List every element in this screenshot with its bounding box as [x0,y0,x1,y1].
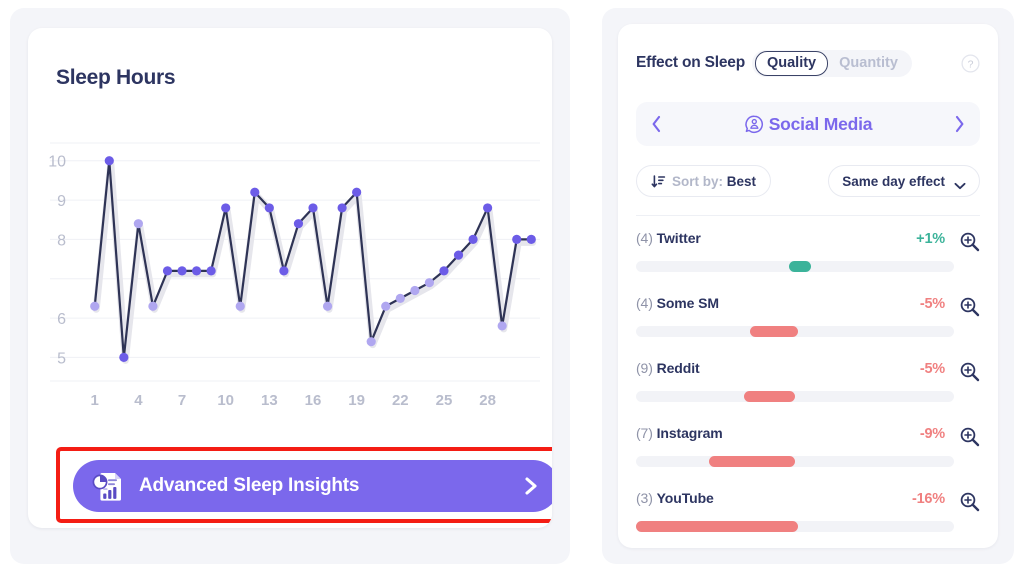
sleep-line-chart-svg: 10 9 8 6 5 1 4 7 10 13 16 19 22 25 28 [48,142,540,409]
list-item-name: YouTube [656,490,714,506]
list-item-label: (7) Instagram [636,425,723,441]
list-item-name: Reddit [656,360,700,376]
advanced-sleep-insights-label: Advanced Sleep Insights [139,475,360,496]
list-item-bar-track [636,521,954,532]
right-panel: Effect on Sleep Quality Quantity ? Socia… [602,8,1014,564]
advanced-sleep-insights-button[interactable]: Advanced Sleep Insights [73,460,552,512]
list-item-bar-fill [709,456,795,467]
list-item-name: Instagram [656,425,723,441]
effect-timing-value: Same day effect [842,173,945,189]
svg-text:10: 10 [217,392,234,409]
svg-text:?: ? [968,58,974,70]
list-item-bar-track [636,391,954,402]
list-item-percent: -9% [919,426,945,442]
segment-quantity[interactable]: Quantity [828,52,909,75]
list-item-count: (4) [636,295,657,311]
list-controls: Sort by: Best Same day effect [636,164,980,198]
list-item[interactable]: (7) Instagram -9% [636,425,980,490]
list-item[interactable]: (4) Twitter +1% [636,230,980,295]
effect-header: Effect on Sleep Quality Quantity ? [636,48,980,78]
category-name: Social Media [768,113,873,134]
chevron-left-icon[interactable] [650,114,663,134]
list-item-header: (9) Reddit -5% [636,360,980,382]
svg-text:10: 10 [48,154,66,171]
category-navigator[interactable]: Social Media [636,102,980,146]
svg-text:4: 4 [134,392,143,409]
report-chart-icon [91,469,125,503]
list-item[interactable]: (4) Some SM -5% [636,295,980,360]
sort-by-button[interactable]: Sort by: Best [636,165,772,197]
list-item-name: Some SM [656,295,719,311]
effect-on-sleep-title: Effect on Sleep [636,54,745,71]
list-item-percent: -16% [911,491,945,507]
list-divider [636,215,980,216]
segment-quality[interactable]: Quality [754,50,829,76]
svg-text:5: 5 [57,350,66,367]
zoom-in-icon[interactable] [959,491,980,512]
question-circle-icon[interactable]: ? [961,53,980,73]
list-item-label: (4) Twitter [636,230,701,246]
list-item-name: Twitter [656,230,701,246]
insights-highlight-box: Advanced Sleep Insights [56,447,552,523]
list-item-percent: +1% [916,231,945,247]
sort-by-value: Best [726,173,757,189]
list-item-header: (4) Some SM -5% [636,295,980,317]
effect-timing-select[interactable]: Same day effect [828,165,980,197]
sleep-hours-chart: 10 9 8 6 5 1 4 7 10 13 16 19 22 25 28 [28,133,552,423]
app-screen: Sleep Hours 10 9 8 6 5 1 4 7 10 13 16 19 22 25 28 [0,0,1024,580]
list-item-bar-track [636,326,954,337]
zoom-in-icon[interactable] [959,426,980,447]
sort-by-label: Sort by: Best [672,174,756,189]
svg-text:16: 16 [305,392,322,409]
list-item-bar-track [636,261,954,272]
list-item-label: (9) Reddit [636,360,700,376]
list-item-label: (4) Some SM [636,295,719,311]
list-item-bar-track [636,456,954,467]
effect-on-sleep-card: Effect on Sleep Quality Quantity ? Socia… [618,24,998,548]
list-item-percent: -5% [919,296,945,312]
svg-text:7: 7 [178,392,186,409]
list-item-count: (9) [636,360,657,376]
chevron-down-icon [954,177,966,190]
list-item[interactable]: (9) Reddit -5% [636,360,980,425]
svg-text:22: 22 [392,392,409,409]
svg-text:13: 13 [261,392,278,409]
sleep-hours-card: Sleep Hours 10 9 8 6 5 1 4 7 10 13 16 19 22 25 28 [28,28,552,528]
svg-text:25: 25 [436,392,453,409]
list-item-header: (7) Instagram -9% [636,425,980,447]
sort-by-prefix: Sort by: [672,173,727,189]
sort-descending-icon [651,174,666,189]
list-item-count: (7) [636,425,657,441]
chevron-right-icon [521,475,541,497]
list-item-percent: -5% [919,361,945,377]
effect-items-list: (4) Twitter +1% (4) Some SM -5% (9) Reddit -5… [636,230,980,532]
list-item-header: (3) YouTube -16% [636,490,980,512]
svg-text:9: 9 [57,193,66,210]
svg-text:6: 6 [57,311,66,328]
svg-text:28: 28 [479,392,496,409]
list-item-bar-fill [788,261,811,272]
category-current: Social Media [663,114,953,135]
zoom-in-icon[interactable] [959,231,980,252]
social-media-icon [744,114,765,135]
list-item[interactable]: (3) YouTube -16% [636,490,980,548]
page-title: Sleep Hours [56,66,176,89]
list-item-bar-fill [636,521,799,532]
zoom-in-icon[interactable] [959,296,980,317]
left-panel: Sleep Hours 10 9 8 6 5 1 4 7 10 13 16 19 22 25 28 [10,8,570,564]
list-item-bar-fill [750,326,799,337]
chevron-right-icon[interactable] [953,114,966,134]
list-item-bar-fill [744,391,795,402]
list-item-count: (4) [636,230,657,246]
quality-quantity-toggle[interactable]: Quality Quantity [751,49,912,77]
list-item-label: (3) YouTube [636,490,714,506]
svg-text:1: 1 [91,392,99,409]
zoom-in-icon[interactable] [959,361,980,382]
svg-text:8: 8 [57,232,66,249]
svg-text:19: 19 [348,392,365,409]
list-item-count: (3) [636,490,657,506]
list-item-header: (4) Twitter +1% [636,230,980,252]
